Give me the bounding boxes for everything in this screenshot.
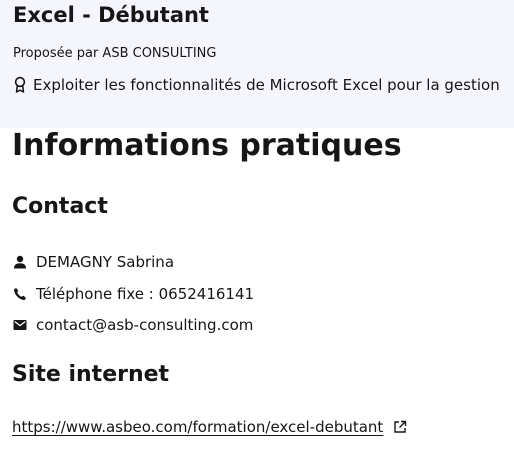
website-link[interactable]: https://www.asbeo.com/formation/excel-de… bbox=[12, 418, 407, 436]
contact-name: DEMAGNY Sabrina bbox=[36, 253, 175, 271]
contact-email-row: contact@asb-consulting.com bbox=[13, 314, 253, 336]
website-heading: Site internet bbox=[12, 362, 170, 387]
contact-heading: Contact bbox=[12, 194, 108, 219]
external-link-icon[interactable] bbox=[393, 420, 407, 434]
course-objective-text: Exploiter les fonctionnalités de Microso… bbox=[33, 76, 500, 94]
course-provider: Proposée par ASB CONSULTING bbox=[13, 46, 217, 61]
award-ribbon-icon bbox=[14, 76, 26, 93]
website-url[interactable]: https://www.asbeo.com/formation/excel-de… bbox=[12, 418, 383, 436]
contact-name-row: DEMAGNY Sabrina bbox=[13, 251, 174, 273]
phone-icon bbox=[14, 288, 26, 300]
mail-icon bbox=[13, 320, 27, 330]
practical-info-heading: Informations pratiques bbox=[12, 128, 402, 163]
contact-email: contact@asb-consulting.com bbox=[36, 316, 254, 334]
contact-phone: Téléphone fixe : 0652416141 bbox=[36, 285, 255, 303]
user-icon bbox=[14, 255, 26, 269]
course-title: Excel - Débutant bbox=[13, 3, 209, 27]
contact-phone-row: Téléphone fixe : 0652416141 bbox=[13, 283, 254, 305]
course-objective: Exploiter les fonctionnalités de Microso… bbox=[13, 74, 514, 96]
